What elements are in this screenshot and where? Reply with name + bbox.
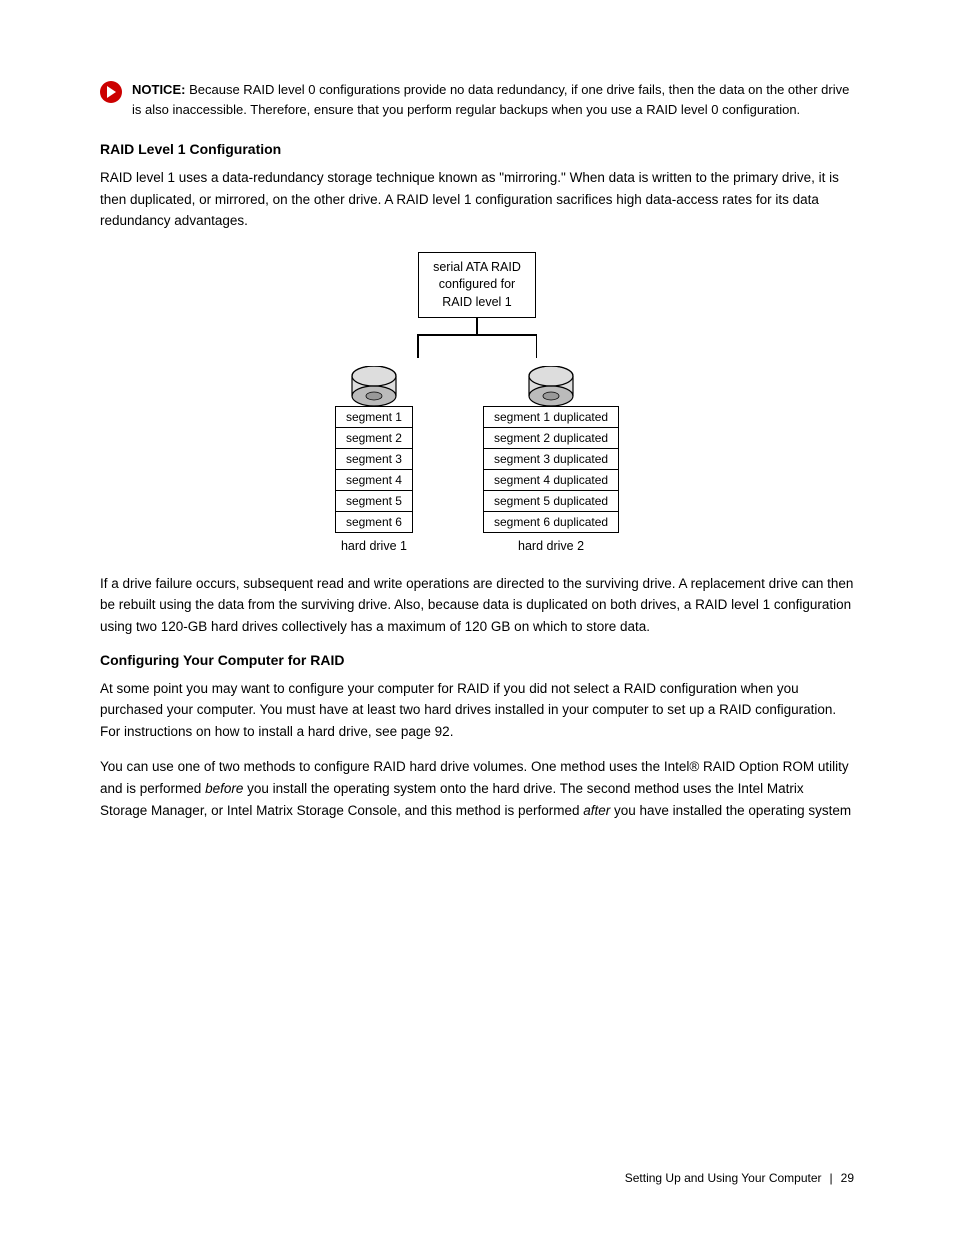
- drive2-label: hard drive 2: [518, 539, 584, 553]
- notice-arrow-icon: [107, 86, 116, 98]
- raid-diagram: serial ATA RAIDconfigured forRAID level …: [227, 252, 727, 553]
- segment-left-2: segment 2: [335, 428, 413, 449]
- vert-right: [536, 336, 538, 358]
- notice-body: Because RAID level 0 configurations prov…: [132, 82, 849, 117]
- raid-label-text: serial ATA RAIDconfigured forRAID level …: [433, 260, 521, 309]
- footer-page: 29: [841, 1171, 854, 1185]
- h-line-right: [477, 334, 537, 336]
- vert-line-top: [476, 318, 478, 334]
- footer-left: Setting Up and Using Your Computer: [625, 1171, 822, 1185]
- notice-icon: [100, 81, 122, 103]
- drive2-group: segment 1 duplicatedsegment 2 duplicated…: [483, 366, 619, 553]
- drive1-group: segment 1segment 2segment 3segment 4segm…: [335, 366, 413, 553]
- segment-left-4: segment 4: [335, 470, 413, 491]
- segment-left-6: segment 6: [335, 512, 413, 533]
- notice-text: NOTICE: Because RAID level 0 configurati…: [132, 80, 854, 119]
- drive2-icon: [525, 366, 577, 406]
- footer-separator: |: [830, 1171, 833, 1185]
- segment-col-left: segment 1segment 2segment 3segment 4segm…: [335, 406, 413, 533]
- segment-left-3: segment 3: [335, 449, 413, 470]
- vert-left: [417, 336, 419, 358]
- segment-left-5: segment 5: [335, 491, 413, 512]
- section2-paragraph2: You can use one of two methods to config…: [100, 756, 854, 821]
- footer: Setting Up and Using Your Computer | 29: [0, 1171, 954, 1185]
- segment-right-1: segment 1 duplicated: [483, 406, 619, 428]
- segment-right-5: segment 5 duplicated: [483, 491, 619, 512]
- segment-right-6: segment 6 duplicated: [483, 512, 619, 533]
- segment-right-2: segment 2 duplicated: [483, 428, 619, 449]
- section1-heading: RAID Level 1 Configuration: [100, 141, 854, 157]
- drive1-label: hard drive 1: [341, 539, 407, 553]
- horiz-split: [417, 334, 537, 358]
- section1-after-paragraph: If a drive failure occurs, subsequent re…: [100, 573, 854, 638]
- page: NOTICE: Because RAID level 0 configurati…: [0, 0, 954, 915]
- raid-label-row: serial ATA RAIDconfigured forRAID level …: [418, 252, 536, 319]
- segment-col-right: segment 1 duplicatedsegment 2 duplicated…: [483, 406, 619, 533]
- notice-box: NOTICE: Because RAID level 0 configurati…: [100, 80, 854, 119]
- segment-right-4: segment 4 duplicated: [483, 470, 619, 491]
- section2-paragraph1: At some point you may want to configure …: [100, 678, 854, 743]
- notice-label: NOTICE:: [132, 82, 185, 97]
- segment-right-3: segment 3 duplicated: [483, 449, 619, 470]
- raid-label-box: serial ATA RAIDconfigured forRAID level …: [418, 252, 536, 319]
- h-line-left: [417, 334, 477, 336]
- segment-left-1: segment 1: [335, 406, 413, 428]
- section2-heading: Configuring Your Computer for RAID: [100, 652, 854, 668]
- drive1-icon: [348, 366, 400, 406]
- right-arm: [477, 334, 537, 358]
- drives-and-segments: segment 1segment 2segment 3segment 4segm…: [335, 366, 619, 553]
- section1-paragraph: RAID level 1 uses a data-redundancy stor…: [100, 167, 854, 232]
- left-arm: [417, 334, 477, 358]
